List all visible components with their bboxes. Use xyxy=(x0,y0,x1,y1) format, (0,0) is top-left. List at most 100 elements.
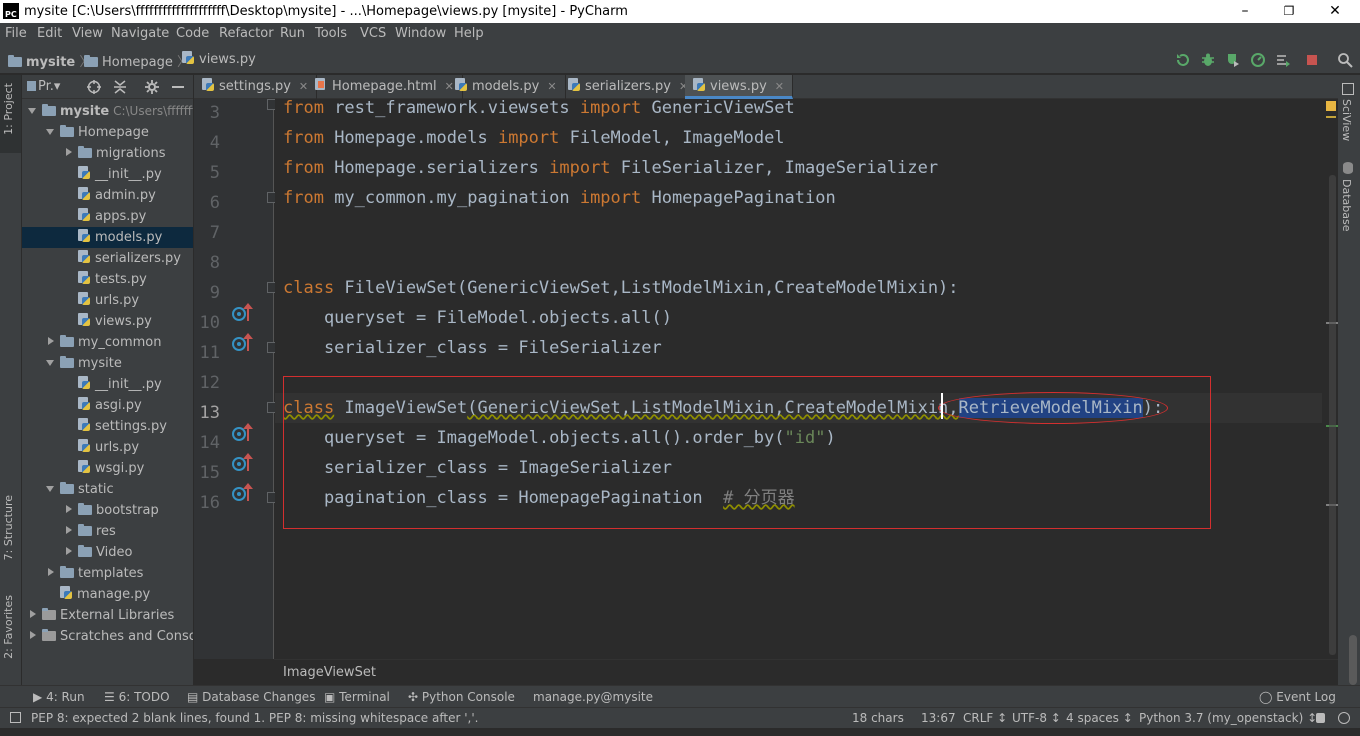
menu-refactor[interactable]: Refactor xyxy=(219,26,274,41)
minimize-button[interactable]: – xyxy=(1222,1,1268,23)
tab-homepage-html[interactable]: Homepage.html ✕ xyxy=(307,75,463,99)
event-log-button[interactable]: ◯ Event Log xyxy=(1259,690,1336,704)
tree-item[interactable]: mysite C:\Users\ffffffff xyxy=(22,101,193,122)
overriding-method-icon[interactable] xyxy=(232,333,256,353)
tree-item[interactable]: admin.py xyxy=(22,185,193,206)
encoding-select[interactable]: UTF-8 ↕ xyxy=(1012,711,1061,725)
chevron-right-icon[interactable] xyxy=(48,337,54,345)
menu-window[interactable]: Window xyxy=(395,26,446,41)
concurrency-diagram-icon[interactable] xyxy=(1275,52,1291,68)
favorites-tool-tab[interactable]: 2: Favorites xyxy=(2,595,15,659)
stop-icon[interactable] xyxy=(1304,52,1320,68)
menu-view[interactable]: View xyxy=(72,26,103,41)
maximize-button[interactable]: ❐ xyxy=(1266,1,1312,23)
debug-icon[interactable] xyxy=(1200,52,1216,68)
tree-item[interactable]: views.py xyxy=(22,311,193,332)
tree-item[interactable]: apps.py xyxy=(22,206,193,227)
tree-item[interactable]: manage.py xyxy=(22,584,193,605)
tree-item[interactable]: __init__.py xyxy=(22,164,193,185)
tree-item[interactable]: wsgi.py xyxy=(22,458,193,479)
chevron-right-icon[interactable] xyxy=(66,547,72,555)
tree-item[interactable]: templates xyxy=(22,563,193,584)
caret-position[interactable]: 13:67 xyxy=(921,711,956,725)
status-message[interactable]: PEP 8: expected 2 blank lines, found 1. … xyxy=(31,711,478,725)
inspector-icon[interactable] xyxy=(1338,712,1350,724)
overriding-method-icon[interactable] xyxy=(232,483,256,503)
tree-item[interactable]: migrations xyxy=(22,143,193,164)
gear-icon[interactable] xyxy=(144,79,160,95)
manage-py-tool-button[interactable]: manage.py@mysite xyxy=(533,690,653,704)
search-icon[interactable] xyxy=(1337,52,1353,68)
nav-crumb-homepage[interactable]: Homepage 〉 xyxy=(84,51,190,70)
database-tool-tab[interactable]: Database xyxy=(1340,179,1353,232)
editor-breadcrumb[interactable]: ImageViewSet xyxy=(274,659,1338,685)
chevron-right-icon[interactable] xyxy=(48,568,54,576)
overriding-method-icon[interactable] xyxy=(232,453,256,473)
menu-help[interactable]: Help xyxy=(454,26,484,41)
close-button[interactable]: ✕ xyxy=(1312,1,1358,23)
menu-run[interactable]: Run xyxy=(280,26,305,41)
tree-item[interactable]: bootstrap xyxy=(22,500,193,521)
overriding-method-icon[interactable] xyxy=(232,303,256,323)
locate-icon[interactable] xyxy=(86,79,102,95)
line-separator-select[interactable]: CRLF ↕ xyxy=(963,711,1007,725)
lock-icon[interactable] xyxy=(1316,713,1325,723)
tree-item[interactable]: models.py xyxy=(22,227,193,248)
project-tool-tab[interactable]: 1: Project xyxy=(2,83,15,135)
run-with-coverage-icon[interactable] xyxy=(1225,52,1241,68)
tab-serializers-py[interactable]: serializers.py ✕ xyxy=(560,75,698,99)
chevron-right-icon[interactable] xyxy=(66,148,72,156)
tree-item[interactable]: External Libraries xyxy=(22,605,193,626)
menu-vcs[interactable]: VCS xyxy=(360,26,386,41)
tab-models-py[interactable]: models.py ✕ xyxy=(447,75,566,99)
chevron-down-icon[interactable] xyxy=(46,360,54,366)
nav-crumb-mysite[interactable]: mysite 〉 xyxy=(8,51,92,70)
memory-indicator[interactable] xyxy=(1349,635,1357,685)
chevron-right-icon[interactable] xyxy=(66,505,72,513)
tree-item[interactable]: my_common xyxy=(22,332,193,353)
hide-panel-icon[interactable] xyxy=(170,79,186,95)
tab-views-py[interactable]: views.py ✕ xyxy=(685,75,794,99)
tree-item[interactable]: urls.py xyxy=(22,437,193,458)
python-console-tool-button[interactable]: ✣ Python Console xyxy=(408,690,515,704)
tree-item[interactable]: urls.py xyxy=(22,290,193,311)
tree-item[interactable]: tests.py xyxy=(22,269,193,290)
toggle-tool-windows-icon[interactable] xyxy=(10,712,21,723)
interpreter-select[interactable]: Python 3.7 (my_openstack) ↕ xyxy=(1139,711,1317,725)
tab-settings-py[interactable]: settings.py ✕ xyxy=(194,75,318,99)
close-tab-icon[interactable]: ✕ xyxy=(775,75,784,99)
warning-indicator-icon[interactable] xyxy=(1326,101,1336,111)
chevron-down-icon[interactable] xyxy=(46,486,54,492)
overriding-method-icon[interactable] xyxy=(232,423,256,443)
tree-item[interactable]: Scratches and Console xyxy=(22,626,193,647)
rerun-icon[interactable] xyxy=(1175,52,1191,68)
menu-code[interactable]: Code xyxy=(176,26,209,41)
menu-edit[interactable]: Edit xyxy=(37,26,62,41)
tree-item[interactable]: __init__.py xyxy=(22,374,193,395)
chevron-down-icon[interactable] xyxy=(28,108,36,114)
editor-scrollbar[interactable] xyxy=(1329,175,1336,655)
chevron-down-icon[interactable] xyxy=(46,129,54,135)
tree-item[interactable]: asgi.py xyxy=(22,395,193,416)
tree-item[interactable]: Video xyxy=(22,542,193,563)
menu-tools[interactable]: Tools xyxy=(315,26,347,41)
project-view-select[interactable]: Pr.▾ xyxy=(38,79,60,94)
warning-marker[interactable] xyxy=(1326,116,1336,118)
close-tab-icon[interactable]: ✕ xyxy=(547,75,556,99)
chevron-right-icon[interactable] xyxy=(30,631,36,639)
structure-tool-tab[interactable]: 7: Structure xyxy=(2,495,15,560)
run-tool-button[interactable]: ▶ 4: Run xyxy=(33,690,85,704)
sciview-tool-tab[interactable]: SciView xyxy=(1340,99,1353,141)
tree-item[interactable]: mysite xyxy=(22,353,193,374)
menu-file[interactable]: File xyxy=(5,26,27,41)
database-changes-tool-button[interactable]: ▤ Database Changes xyxy=(187,690,315,704)
tree-item[interactable]: res xyxy=(22,521,193,542)
terminal-tool-button[interactable]: ▣ Terminal xyxy=(324,690,390,704)
chevron-right-icon[interactable] xyxy=(30,610,36,618)
tree-item[interactable]: Homepage xyxy=(22,122,193,143)
tree-item[interactable]: static xyxy=(22,479,193,500)
chevron-right-icon[interactable] xyxy=(66,526,72,534)
nav-crumb-views[interactable]: views.py xyxy=(182,51,256,67)
profile-icon[interactable] xyxy=(1250,52,1266,68)
collapse-all-icon[interactable] xyxy=(112,79,128,95)
